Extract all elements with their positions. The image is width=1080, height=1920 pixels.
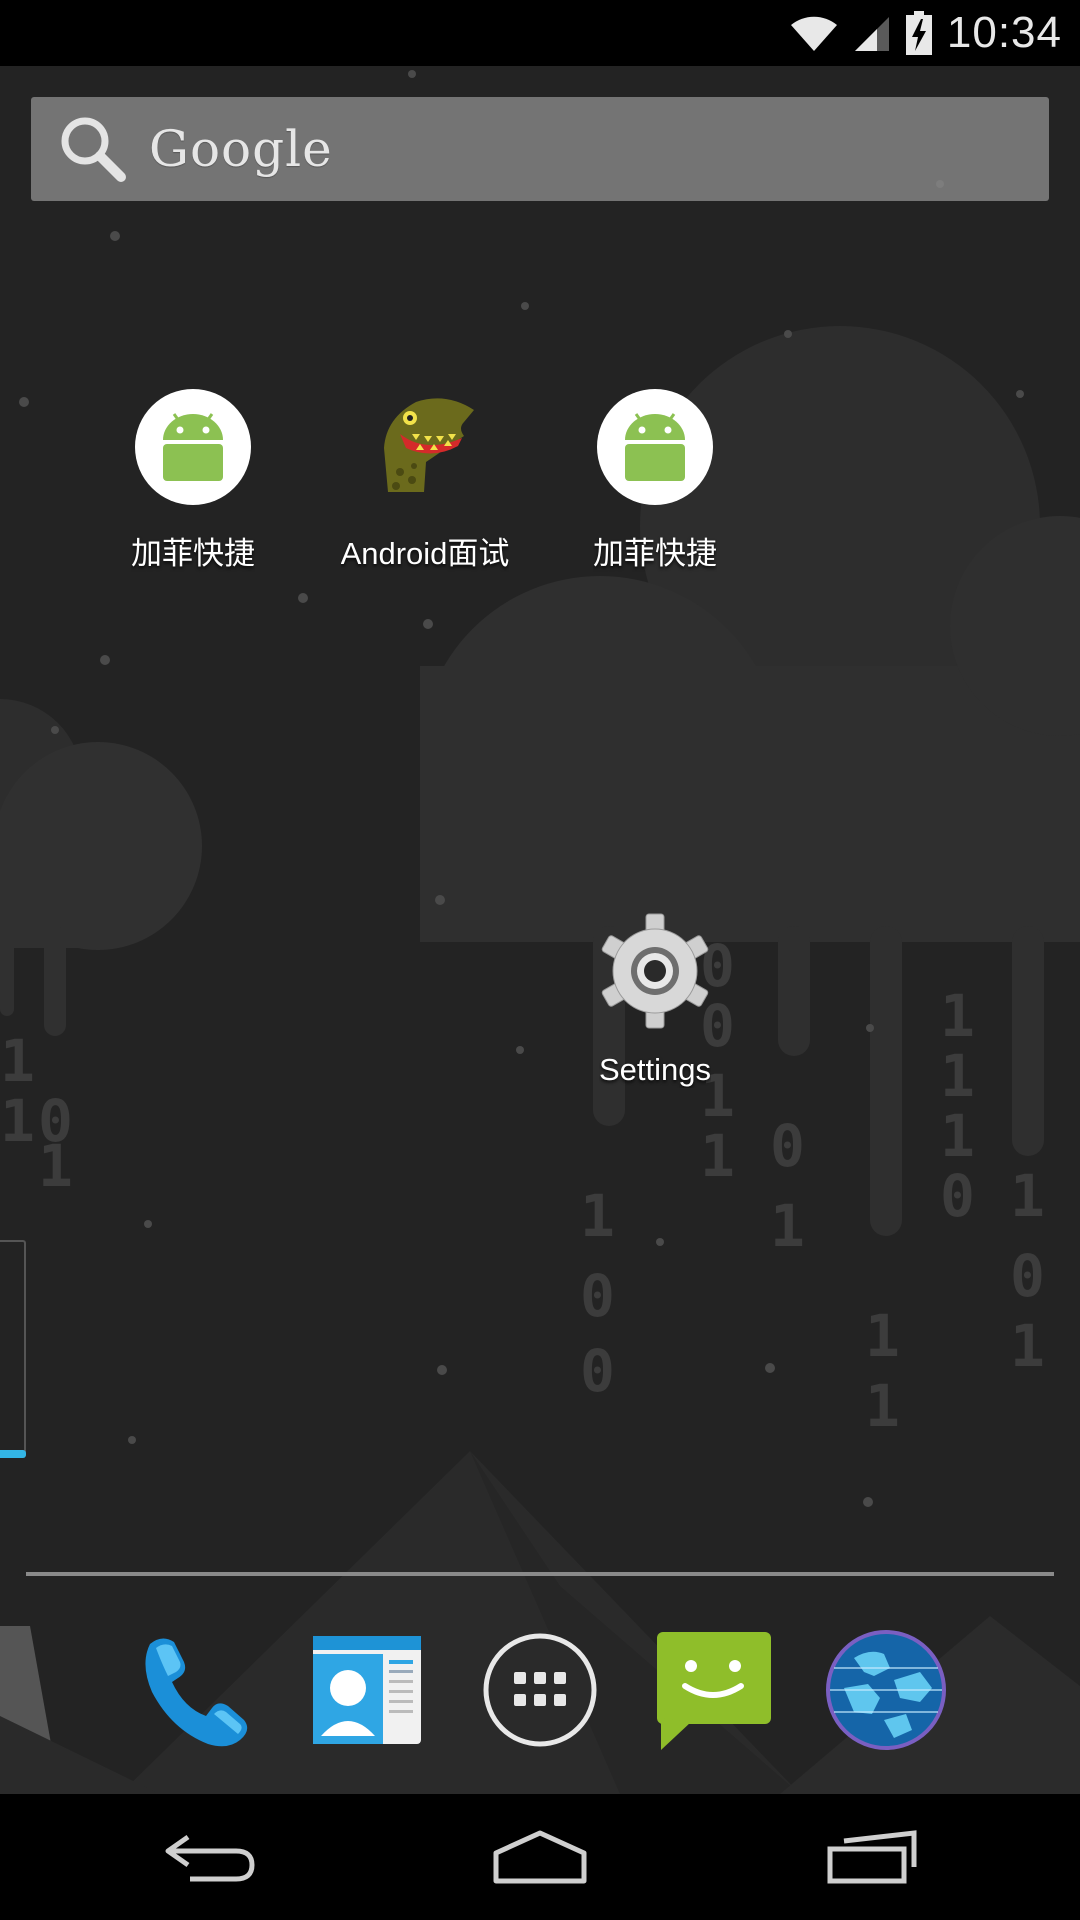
app-label: Android面试 xyxy=(340,536,510,571)
dock-phone[interactable] xyxy=(132,1628,256,1752)
home-button[interactable] xyxy=(470,1824,610,1890)
svg-text:1: 1 xyxy=(0,1027,35,1095)
cell-signal-icon xyxy=(854,17,889,51)
dock-contacts[interactable] xyxy=(305,1628,429,1752)
globe-icon xyxy=(826,1630,946,1750)
android-icon xyxy=(134,388,252,506)
svg-text:1: 1 xyxy=(38,1132,73,1200)
svg-text:0: 0 xyxy=(770,1112,805,1180)
contacts-icon xyxy=(313,1636,421,1744)
wifi-icon xyxy=(790,16,837,51)
dock-messaging[interactable] xyxy=(651,1628,775,1752)
recents-icon xyxy=(827,1830,917,1884)
svg-text:0: 0 xyxy=(580,1337,615,1405)
phone-icon xyxy=(145,1638,248,1747)
svg-text:0: 0 xyxy=(1010,1242,1045,1310)
google-wordmark: Google xyxy=(149,120,333,178)
recents-button[interactable] xyxy=(802,1824,942,1890)
navigation-bar xyxy=(0,1794,1080,1920)
app-drawer-icon xyxy=(483,1633,597,1747)
svg-text:1: 1 xyxy=(700,1122,735,1190)
status-bar: 10:34 xyxy=(0,0,1080,66)
svg-text:1: 1 xyxy=(940,982,975,1050)
app-label: 加菲快捷 xyxy=(593,536,717,571)
battery-charging-icon xyxy=(905,11,932,55)
clock: 10:34 xyxy=(946,8,1062,57)
svg-text:1: 1 xyxy=(940,1042,975,1110)
dock xyxy=(0,1610,1080,1770)
gear-icon xyxy=(596,912,714,1030)
svg-text:0: 0 xyxy=(580,1262,615,1330)
messaging-icon xyxy=(657,1632,771,1750)
back-button[interactable] xyxy=(140,1824,280,1890)
page-edge-indicator xyxy=(0,1240,26,1458)
app-shortcut-android-interview[interactable]: Android面试 xyxy=(310,388,540,573)
back-icon xyxy=(165,1834,255,1882)
app-label: 加菲快捷 xyxy=(131,536,255,571)
android-icon xyxy=(596,388,714,506)
home-icon xyxy=(493,1830,587,1884)
search-icon xyxy=(61,117,126,182)
svg-text:1: 1 xyxy=(865,1302,900,1370)
svg-text:1: 1 xyxy=(770,1192,805,1260)
svg-text:1: 1 xyxy=(1010,1162,1045,1230)
svg-text:1: 1 xyxy=(1010,1312,1045,1380)
app-shortcut-jiafei-1[interactable]: 加菲快捷 xyxy=(78,388,308,573)
svg-text:1: 1 xyxy=(940,1102,975,1170)
app-shortcut-jiafei-2[interactable]: 加菲快捷 xyxy=(540,388,770,573)
dock-divider xyxy=(26,1572,1054,1576)
app-label: Settings xyxy=(598,1052,711,1087)
svg-text:1: 1 xyxy=(865,1372,900,1440)
dinosaur-icon xyxy=(366,388,484,506)
svg-text:1: 1 xyxy=(0,1087,35,1155)
google-search-bar[interactable]: Google xyxy=(31,97,1049,201)
svg-text:1: 1 xyxy=(580,1182,615,1250)
app-shortcut-settings[interactable]: Settings xyxy=(540,912,770,1088)
dock-browser[interactable] xyxy=(824,1628,948,1752)
svg-text:0: 0 xyxy=(940,1162,975,1230)
dock-app-drawer[interactable] xyxy=(478,1628,602,1752)
